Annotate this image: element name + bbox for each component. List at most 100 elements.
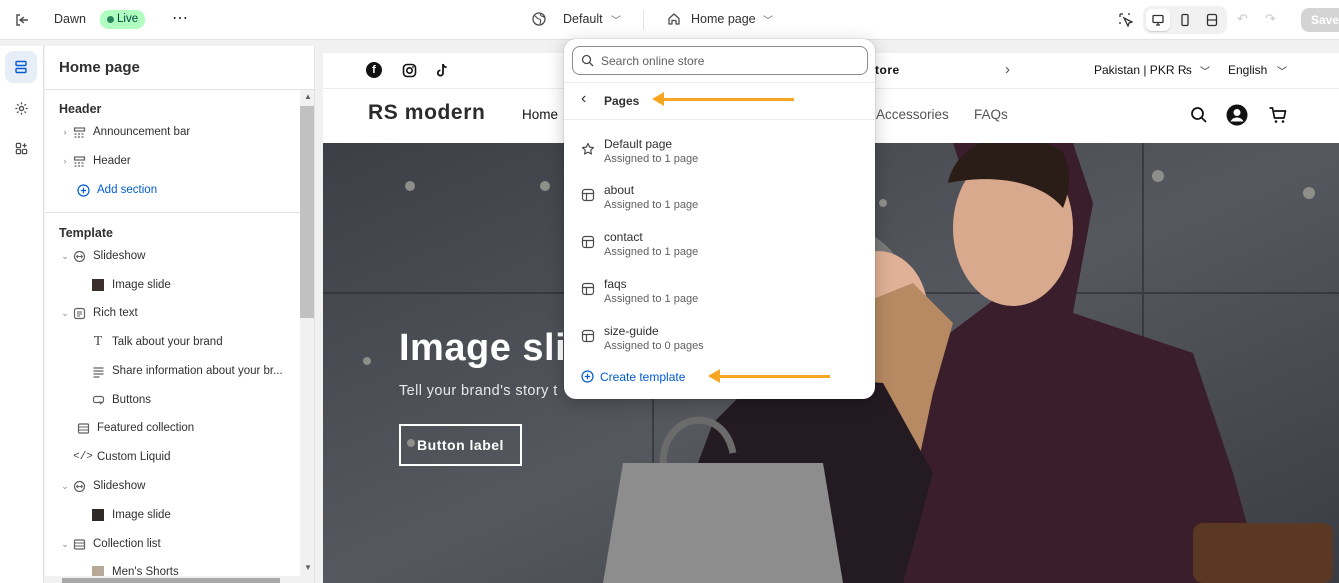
chevron-right-icon: › bbox=[63, 156, 67, 166]
template-option-size-guide[interactable]: size-guide Assigned to 0 pages bbox=[564, 319, 875, 366]
chevron-left-icon: ‹ bbox=[581, 90, 587, 107]
horizontal-scrollbar[interactable] bbox=[45, 576, 300, 583]
image-thumbnail bbox=[90, 507, 106, 523]
divider bbox=[45, 89, 314, 90]
tiktok-icon[interactable] bbox=[434, 62, 450, 78]
tree-item[interactable]: ⌄ Slideshow bbox=[45, 242, 300, 270]
more-actions-button[interactable]: ⋯ bbox=[170, 8, 190, 30]
nav-link-accessories[interactable]: Accessories bbox=[876, 107, 949, 122]
announcement-text: tore bbox=[875, 63, 900, 77]
rich-text-icon bbox=[71, 305, 87, 321]
tree-label: Rich text bbox=[93, 307, 138, 319]
text-icon: T bbox=[93, 334, 103, 349]
tree-item[interactable]: Featured collection bbox=[45, 414, 300, 442]
collection-icon bbox=[71, 536, 87, 552]
chevron-down-icon: ﹀ bbox=[1200, 67, 1210, 78]
scrollbar-thumb[interactable] bbox=[62, 578, 280, 583]
hero-subtitle: Tell your brand's story t bbox=[399, 383, 558, 399]
chevron-down-icon: ﹀ bbox=[763, 16, 773, 27]
sections-icon[interactable] bbox=[5, 51, 37, 83]
hero-title: Image slic bbox=[399, 327, 588, 369]
divider bbox=[564, 82, 875, 83]
tree-item[interactable]: Image slide bbox=[45, 501, 300, 529]
search-icon bbox=[580, 53, 595, 68]
tree-label: Share information about your br... bbox=[112, 365, 283, 377]
back-to-pages-button[interactable]: ‹ Pages bbox=[564, 87, 875, 115]
search-input[interactable]: Search online store bbox=[572, 46, 868, 75]
desktop-view-icon[interactable] bbox=[1146, 9, 1170, 31]
slideshow-icon bbox=[71, 248, 87, 264]
globe-icon bbox=[531, 11, 547, 27]
locale-select[interactable]: Pakistan | PKR ₨ bbox=[1094, 63, 1192, 77]
chevron-right-icon[interactable]: › bbox=[1005, 61, 1010, 78]
code-icon: </> bbox=[73, 451, 93, 463]
tree-item[interactable]: ⌄ Rich text bbox=[45, 299, 300, 327]
tree-label: Talk about your brand bbox=[112, 336, 223, 348]
tree-item[interactable]: Image slide bbox=[45, 271, 300, 299]
theme-name: Dawn bbox=[54, 12, 86, 26]
template-option-contact[interactable]: contact Assigned to 1 page bbox=[564, 225, 875, 272]
chevron-down-icon: ﹀ bbox=[611, 16, 621, 27]
paragraph-icon bbox=[90, 363, 106, 379]
scroll-up-icon[interactable]: ▲ bbox=[304, 92, 312, 101]
hero-button[interactable]: Button label bbox=[399, 424, 522, 466]
tree-label: Buttons bbox=[112, 394, 151, 406]
tree-label: Custom Liquid bbox=[97, 451, 171, 463]
divider bbox=[564, 119, 875, 120]
facebook-icon[interactable]: f bbox=[366, 62, 382, 78]
template-option-default-page[interactable]: Default page Assigned to 1 page bbox=[564, 132, 875, 179]
section-header[interactable]: › Header bbox=[45, 147, 300, 175]
mobile-view-icon[interactable] bbox=[1173, 9, 1197, 31]
tree-item[interactable]: T Talk about your brand bbox=[45, 328, 300, 356]
tree-label: Slideshow bbox=[93, 480, 146, 492]
template-assigned: Assigned to 1 page bbox=[604, 153, 699, 165]
section-announcement-bar[interactable]: › Announcement bar bbox=[45, 118, 300, 146]
tree-item[interactable]: ⌄ Collection list bbox=[45, 530, 300, 558]
instagram-icon[interactable] bbox=[401, 62, 417, 78]
nav-link-home[interactable]: Home bbox=[522, 107, 558, 122]
redo-icon[interactable]: ↷ bbox=[1265, 11, 1276, 27]
chevron-down-icon: ⌄ bbox=[61, 538, 69, 549]
chevron-right-icon: › bbox=[63, 127, 67, 137]
section-label: Announcement bar bbox=[93, 126, 191, 138]
theme-select[interactable]: Default bbox=[563, 12, 603, 26]
undo-icon[interactable]: ↶ bbox=[1237, 11, 1248, 27]
divider bbox=[643, 10, 644, 30]
button-icon bbox=[90, 392, 106, 408]
live-dot-icon bbox=[107, 16, 114, 23]
account-icon[interactable] bbox=[1226, 104, 1248, 126]
cart-icon[interactable] bbox=[1267, 104, 1289, 126]
inspector-icon[interactable] bbox=[1116, 10, 1136, 30]
layout-icon bbox=[581, 329, 595, 343]
fullscreen-view-icon[interactable] bbox=[1200, 9, 1224, 31]
exit-icon[interactable] bbox=[12, 10, 32, 30]
tree-item[interactable]: Buttons bbox=[45, 386, 300, 414]
tree-item[interactable]: Share information about your br... bbox=[45, 357, 300, 385]
tree-item[interactable]: ⌄ Slideshow bbox=[45, 472, 300, 500]
tree-label: Collection list bbox=[93, 538, 161, 550]
tree-item[interactable]: </> Custom Liquid bbox=[45, 443, 300, 471]
search-placeholder: Search online store bbox=[601, 54, 705, 68]
add-section-button[interactable]: Add section bbox=[45, 176, 300, 204]
template-name: Default page bbox=[604, 137, 673, 151]
template-option-faqs[interactable]: faqs Assigned to 1 page bbox=[564, 272, 875, 319]
collection-icon bbox=[75, 420, 91, 436]
vertical-scrollbar[interactable]: ▲ ▼ bbox=[300, 90, 314, 583]
store-logo[interactable]: RS modern bbox=[368, 101, 485, 125]
template-name: contact bbox=[604, 230, 643, 244]
live-badge-label: Live bbox=[117, 13, 139, 25]
image-thumbnail bbox=[90, 277, 106, 293]
nav-link-faqs[interactable]: FAQs bbox=[974, 107, 1008, 122]
template-option-about[interactable]: about Assigned to 1 page bbox=[564, 178, 875, 225]
search-icon[interactable] bbox=[1189, 105, 1209, 125]
scroll-down-icon[interactable]: ▼ bbox=[304, 563, 312, 572]
layout-icon bbox=[581, 188, 595, 202]
language-select[interactable]: English bbox=[1228, 63, 1267, 77]
chevron-down-icon: ⌄ bbox=[61, 250, 69, 261]
save-button[interactable]: Save bbox=[1301, 8, 1339, 32]
tree-label: Featured collection bbox=[97, 422, 195, 434]
scrollbar-thumb[interactable] bbox=[300, 106, 314, 318]
apps-icon[interactable] bbox=[5, 132, 37, 164]
page-select[interactable]: Home page bbox=[691, 12, 756, 26]
gear-icon[interactable] bbox=[5, 92, 37, 124]
